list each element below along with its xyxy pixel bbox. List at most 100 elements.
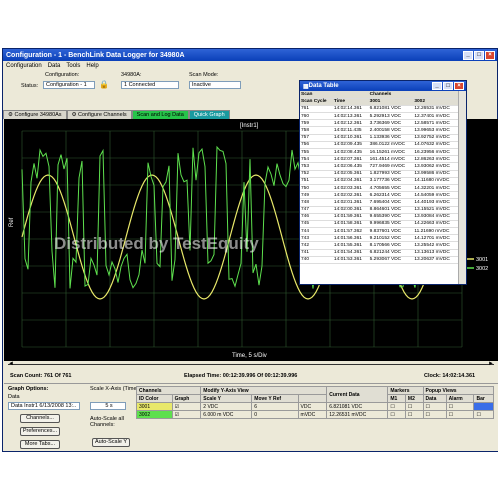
graph-legend: 3001 3002 (466, 257, 488, 272)
menu-help[interactable]: Help (86, 63, 98, 69)
autoscale-y-button[interactable]: Auto-Scale Y (92, 438, 130, 447)
table-row[interactable]: 758 14:02:11.435 2.400158 VDC 13.99653 mVDC (300, 126, 458, 135)
dt-value-3002: 14.32201 mVDC (413, 184, 458, 193)
popup-bar-checkbox[interactable]: ☐ (473, 410, 494, 419)
group-markers: Markers (387, 386, 424, 395)
scroll-left-icon[interactable]: ◄ (8, 361, 14, 367)
dt-scan-cycle: 744 (300, 227, 333, 236)
minimize-button[interactable]: _ (463, 50, 473, 60)
table-row[interactable]: 743 14:01:56.361 9.210152 VDC 14.12701 mVDC (300, 234, 458, 243)
table-row[interactable]: 757 14:02:10.361 1.133936 VDC 13.92752 mVDC (300, 134, 458, 142)
table-row[interactable]: 742 14:01:55.361 8.170566 VDC 13.25542 mVDC (300, 241, 458, 250)
table-row[interactable]: 759 14:02:12.361 3.736369 VDC 12.58571 mVDC (300, 119, 458, 128)
dt-header-time: Time (332, 98, 369, 106)
table-row[interactable]: 745 14:01:58.361 9.996835 VDC 14.22663 mVDC (300, 220, 458, 229)
data-table-scrollbar[interactable] (458, 91, 466, 284)
table-row[interactable]: 748 14:02:01.361 7.695404 VDC 14.40193 mVDC (300, 198, 458, 207)
dt-minimize-button[interactable]: _ (432, 82, 442, 90)
tab-configure-channels[interactable]: ⚙ Configure Channels (66, 110, 132, 119)
marker-m1-checkbox[interactable]: ☐ (387, 402, 406, 411)
table-row[interactable]: 755 14:02:08.435 16.15261 mVDC 16.23956 mVD… (300, 148, 458, 157)
move-y-ref-value[interactable]: 0 (251, 410, 299, 419)
dt-time: 14:02:14.361 (332, 105, 369, 114)
configuration-field[interactable]: Configuration - 1 (43, 81, 95, 89)
dt-value-3001: 3.177736 VDC (368, 177, 414, 185)
table-row[interactable]: 747 14:02:00.361 8.864601 VDC 13.15521 mVDC (300, 206, 458, 214)
menu-tools[interactable]: Tools (66, 63, 80, 69)
dt-maximize-button[interactable]: □ (443, 82, 453, 90)
graph-checkbox[interactable]: ☑ (171, 402, 202, 411)
popup-alarm-checkbox[interactable]: ☐ (445, 402, 475, 411)
instrument-label: 34980A: (121, 72, 142, 78)
col-data: Data (422, 394, 447, 403)
table-row[interactable]: 3002 ☑ 6.000 m VDC 0 mVDC 12.26531 mVDC … (136, 410, 494, 419)
menu-configuration[interactable]: Configuration (6, 63, 42, 69)
table-row[interactable]: 746 14:01:59.361 9.655390 VDC 13.93084 mVDC (300, 213, 458, 221)
table-row[interactable]: 756 14:02:09.435 386.0122 mVDC 14.07632 mVD… (300, 141, 458, 150)
dt-scan-cycle: 750 (300, 184, 333, 193)
col-m1: M1 (387, 394, 406, 403)
dt-value-3002: 14.11680 mVDC (413, 177, 458, 185)
dt-value-3002: 13.25542 mVDC (413, 241, 458, 250)
table-row[interactable]: 3001 ☑ 2 VDC 6 VDC 6.821081 VDC ☐ ☐ ☐ ☐ (136, 402, 494, 411)
marker-m2-checkbox[interactable]: ☐ (404, 402, 424, 411)
popup-bar-checkbox[interactable] (473, 402, 494, 411)
window-titlebar: Configuration - 1 - BenchLink Data Logge… (3, 49, 497, 61)
table-row[interactable]: 751 14:02:04.361 3.177736 VDC 14.11680 mVDC (300, 177, 458, 185)
maximize-button[interactable]: □ (474, 50, 484, 60)
table-row[interactable]: 749 14:02:02.361 6.262314 VDC 14.54059 mVDC (300, 191, 458, 200)
dt-time: 14:02:05.361 (332, 170, 369, 178)
channels-button[interactable]: Channels... (20, 414, 60, 423)
dt-value-3002: 16.23956 mVDC (413, 148, 458, 157)
dt-time: 14:01:53.361 (332, 256, 369, 265)
dt-value-3002: 13.13613 mVDC (413, 249, 458, 257)
marker-m1-checkbox[interactable]: ☐ (387, 410, 406, 419)
table-row[interactable]: 760 14:02:13.361 5.292913 VDC 12.37401 mVDC (300, 112, 458, 121)
scale-y-cell[interactable]: 2 VDC (200, 402, 253, 411)
table-row[interactable]: 744 14:01:57.362 9.837601 VDC 11.21690 mVDC (300, 227, 458, 236)
popup-data-checkbox[interactable]: ☐ (422, 402, 447, 411)
scale-y-value[interactable]: 2 (203, 404, 206, 410)
table-row[interactable]: 741 14:01:54.361 6.821244 VDC 13.13613 mVDC (300, 249, 458, 257)
popup-alarm-checkbox[interactable]: ☐ (445, 410, 475, 419)
table-row[interactable]: 740 14:01:53.361 5.293067 VDC 13.20637 mVDC (300, 256, 458, 265)
dt-value-3001: 2.400158 VDC (368, 126, 414, 135)
col-bar: Bar (473, 394, 494, 403)
tab-quick-graph[interactable]: Quick Graph (188, 110, 230, 119)
channel-id[interactable]: 3002 (136, 410, 173, 419)
more-tabs-button[interactable]: More Tabs... (20, 440, 60, 449)
dt-scan-cycle: 751 (300, 177, 333, 185)
scale-y-cell[interactable]: 6.000 m VDC (200, 410, 253, 419)
dt-time: 14:02:10.361 (332, 134, 369, 142)
preferences-button[interactable]: Preferences... (20, 427, 60, 436)
scale-x-input[interactable]: 5 s (90, 402, 126, 410)
dt-time: 14:02:06.435 (332, 162, 369, 171)
table-row[interactable]: 761 14:02:14.361 6.821081 VDC 12.26531 mVDC (300, 105, 458, 114)
dt-close-button[interactable]: × (454, 82, 464, 90)
menu-data[interactable]: Data (48, 63, 61, 69)
table-row[interactable]: 752 14:02:05.361 1.827993 VDC 13.99586 mVDC (300, 170, 458, 178)
marker-m2-checkbox[interactable]: ☐ (404, 410, 424, 419)
close-button[interactable]: × (485, 50, 495, 60)
table-row[interactable]: 754 14:02:07.361 161.4514 mVDC 12.86263 mVD… (300, 155, 458, 164)
table-row[interactable]: 753 14:02:06.435 727.9469 mVDC 13.93062 mVD… (300, 162, 458, 171)
dt-time: 14:02:00.361 (332, 206, 369, 214)
dt-value-3002: 13.99653 mVDC (413, 126, 458, 135)
channel-id[interactable]: 3001 (136, 402, 173, 411)
dt-scan-cycle: 748 (300, 198, 333, 207)
dt-value-3002: 13.20637 mVDC (413, 256, 458, 265)
scroll-right-icon[interactable]: ► (488, 361, 494, 367)
legend-label-3001: 3001 (476, 257, 488, 263)
data-select[interactable]: Data Instr1 6/13/2008 13:.. (8, 402, 80, 410)
graph-checkbox[interactable]: ☑ (171, 410, 202, 419)
tab-scan-and-log[interactable]: Scan and Log Data (131, 110, 189, 119)
scale-y-value[interactable]: 6.000 (203, 412, 216, 418)
tab-label: Quick Graph (193, 112, 225, 118)
popup-data-checkbox[interactable]: ☐ (422, 410, 447, 419)
tab-configure-34980as[interactable]: ⚙ Configure 34980As (3, 110, 67, 119)
dt-time: 14:01:55.361 (332, 241, 369, 250)
table-row[interactable]: 750 14:02:03.361 4.705655 VDC 14.32201 mVDC (300, 184, 458, 193)
time-scrollbar[interactable]: ◄ ► (8, 361, 494, 370)
dt-value-3002: 14.54059 mVDC (413, 191, 458, 200)
move-y-ref-value[interactable]: 6 (251, 402, 299, 411)
